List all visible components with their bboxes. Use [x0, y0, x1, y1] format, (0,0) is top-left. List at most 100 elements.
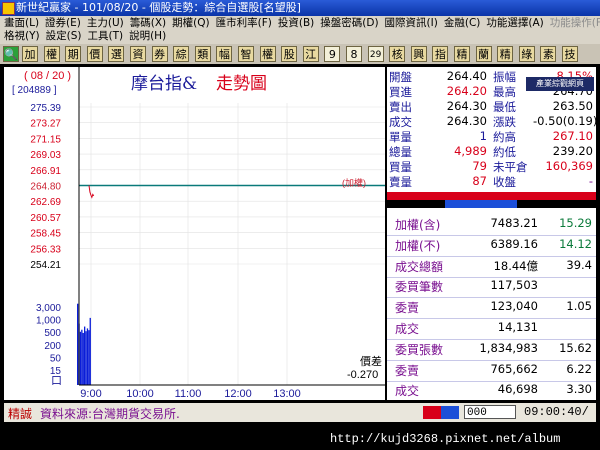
stat-label-5: 成交	[395, 322, 420, 336]
menu-row-2: 格視(Y) 設定(S) 工具(T) 說明(H)	[4, 30, 172, 43]
stat-label-6: 委買張數	[395, 342, 444, 357]
quote-l2-5: 約低	[493, 145, 516, 159]
volume-bar-4	[82, 332, 84, 385]
volume-bar-8	[88, 330, 90, 385]
toolbar-button-22[interactable]: 精	[497, 46, 514, 62]
toolbar-button-7[interactable]: 綜	[173, 46, 190, 62]
quote-l2-6: 未平倉	[493, 160, 528, 174]
stat-pct-8: 3.30	[566, 382, 592, 397]
volume-badge: [ 204889 ]	[12, 85, 57, 96]
toolbar-button-14[interactable]: 9	[324, 46, 341, 62]
price-tick-1: 273.27	[30, 119, 61, 130]
quote-l2-0: 振幅	[493, 70, 516, 84]
menu-item-row1-10[interactable]: 功能選擇(A)	[486, 17, 543, 29]
menu-item-row2-0[interactable]: 格視(Y)	[4, 30, 40, 42]
stat-pct-7: 6.22	[566, 361, 592, 376]
quote-l2-4: 約高	[493, 130, 516, 144]
toolbar-button-0[interactable]: 加	[22, 46, 38, 62]
stat-label-3: 委買筆數	[395, 280, 444, 295]
stat-value-4: 123,040	[490, 299, 538, 314]
toolbar-button-4[interactable]: 選	[108, 46, 125, 62]
toolbar-button-25[interactable]: 技	[562, 46, 578, 62]
stat-pct-0: 15.29	[559, 216, 592, 230]
menu-item-disabled-0: 功能操作(F)	[549, 17, 600, 29]
stat-label-7: 委賣	[395, 363, 420, 378]
volume-tick-0: 3,000	[36, 303, 61, 314]
popup-label[interactable]: 產業綜觀網頁	[526, 77, 594, 91]
volume-unit: 口	[51, 375, 62, 387]
menu-item-row1-1[interactable]: 證券(E)	[45, 17, 81, 29]
toolbar: 🔍 加權期價選資券綜類幅智權股江 9 8 29 核興指精蘭精綠素技	[0, 44, 600, 64]
status-color-box	[423, 406, 459, 419]
volume-tick-3: 200	[44, 341, 61, 352]
toolbar-button-11[interactable]: 權	[259, 46, 276, 62]
toolbar-button-2[interactable]: 期	[65, 46, 82, 62]
toolbar-button-17[interactable]: 核	[389, 46, 406, 62]
menu-item-row2-2[interactable]: 工具(T)	[87, 30, 123, 42]
toolbar-button-18[interactable]: 興	[410, 46, 427, 62]
price-tick-0: 275.39	[30, 103, 61, 114]
menu-item-row1-9[interactable]: 金融(C)	[444, 17, 481, 29]
toolbar-button-16[interactable]: 29	[367, 46, 384, 62]
quote-v1-1: 264.20	[446, 84, 487, 98]
toolbar-button-24[interactable]: 素	[540, 46, 557, 62]
command-input[interactable]: 000	[464, 405, 516, 419]
menu-item-row1-8[interactable]: 國際資訊(I)	[385, 17, 438, 29]
toolbar-button-10[interactable]: 智	[238, 46, 254, 62]
menu-item-row1-2[interactable]: 主力(U)	[87, 17, 124, 29]
market-depth-bar	[387, 192, 596, 208]
status-time: 09:00:40/	[524, 405, 589, 419]
toolbar-button-21[interactable]: 蘭	[475, 46, 492, 62]
toolbar-button-15[interactable]: 8	[346, 46, 362, 62]
status-bar: 精誠 資料來源:台灣期貨交易所. 000 09:00:40/	[4, 403, 596, 422]
time-axis: 9:00 10:00 11:00 12:00 13:00	[80, 388, 300, 400]
toolbar-button-13[interactable]: 江	[302, 46, 319, 62]
date-badge: ( 08 / 20 )	[24, 70, 71, 82]
menu-item-row1-6[interactable]: 投資(B)	[278, 17, 314, 29]
stat-value-8: 46,698	[497, 382, 538, 397]
toolbar-button-12[interactable]: 股	[281, 46, 298, 62]
menu-item-row1-4[interactable]: 期權(Q)	[172, 17, 209, 29]
quote-l2-2: 最低	[493, 100, 516, 114]
search-icon[interactable]: 🔍	[3, 46, 19, 62]
time-tick-0: 9:00	[80, 388, 101, 400]
toolbar-button-8[interactable]: 類	[194, 46, 211, 62]
stat-value-5: 14,131	[497, 320, 538, 334]
menu-item-row1-3[interactable]: 籌碼(X)	[130, 17, 166, 29]
quote-l1-4: 單量	[389, 130, 412, 144]
toolbar-button-6[interactable]: 券	[151, 46, 168, 62]
price-tick-4: 266.91	[30, 166, 61, 177]
quote-l2-3: 漲跌	[493, 115, 516, 129]
price-tick-6: 262.69	[30, 197, 61, 208]
quote-l1-7: 賣量	[389, 175, 412, 189]
window-title: 新世紀贏家 - 101/08/20 - 個股走勢：綜合自選股[名望股]	[16, 1, 301, 14]
menu-item-row2-1[interactable]: 設定(S)	[46, 30, 82, 42]
toolbar-button-19[interactable]: 指	[432, 46, 449, 62]
menu-bar: 畫面(L) 證券(E) 主力(U) 籌碼(X) 期權(Q) 匯市利率(F) 投資(B) 操盤密…	[0, 16, 600, 44]
toolbar-button-3[interactable]: 價	[86, 46, 103, 62]
chart-title-part2: 走勢圖	[216, 74, 267, 94]
title-bar: 新世紀贏家 - 101/08/20 - 個股走勢：綜合自選股[名望股]	[0, 0, 600, 16]
quote-v1-4: 1	[479, 129, 487, 143]
menu-item-row1-0[interactable]: 畫面(L)	[4, 17, 39, 29]
toolbar-button-9[interactable]: 幅	[216, 46, 233, 62]
quote-v1-0: 264.40	[446, 69, 487, 83]
quote-v2-4: 267.10	[552, 129, 593, 143]
quote-v2-3: -0.50(0.19)	[533, 114, 596, 128]
menu-item-row2-3[interactable]: 說明(H)	[129, 30, 166, 42]
plot-area	[79, 67, 385, 385]
volume-bar-2	[79, 331, 82, 385]
stat-value-6: 1,834,983	[479, 340, 538, 355]
stat-value-7: 765,662	[490, 361, 538, 376]
toolbar-button-5[interactable]: 資	[130, 46, 146, 62]
volume-tick-2: 500	[44, 328, 61, 339]
menu-item-row1-7[interactable]: 操盤密碼(D)	[320, 17, 378, 29]
quote-v1-2: 264.30	[446, 99, 487, 113]
toolbar-button-23[interactable]: 綠	[518, 46, 535, 62]
toolbar-button-20[interactable]: 精	[454, 46, 470, 62]
quote-l1-5: 總量	[389, 145, 412, 159]
quote-v2-6: 160,369	[545, 159, 593, 173]
diff-label: 價差	[360, 354, 382, 368]
menu-item-row1-5[interactable]: 匯市利率(F)	[216, 17, 272, 29]
toolbar-button-1[interactable]: 權	[43, 46, 60, 62]
